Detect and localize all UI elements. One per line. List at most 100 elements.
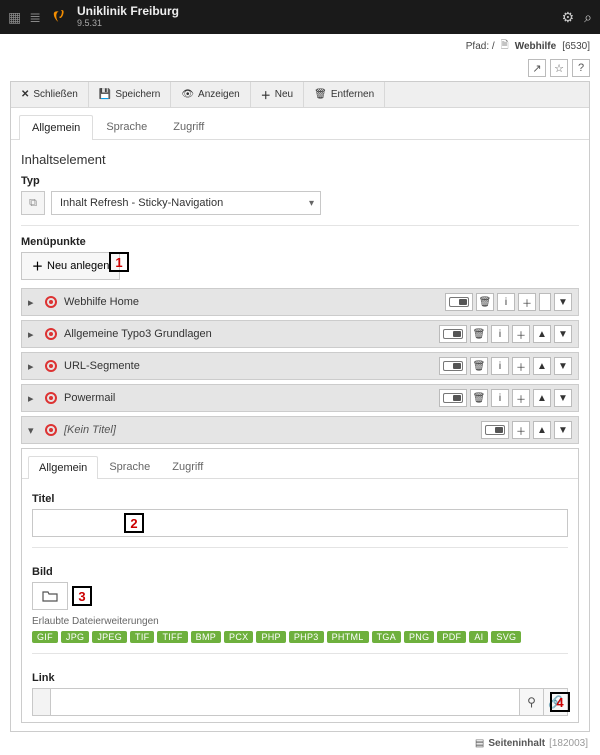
move-down[interactable]: ▼: [554, 421, 572, 439]
footer: ▤ Seiteninhalt [182003]: [0, 732, 600, 755]
grid-icon[interactable]: ▦: [8, 9, 21, 26]
move-down[interactable]: ▼: [554, 389, 572, 407]
collapse-icon[interactable]: ▾: [28, 424, 38, 437]
toggle-visibility[interactable]: [439, 325, 467, 343]
record-tabs: Allgemein Sprache Zugriff: [11, 108, 589, 140]
link-label: Link: [32, 672, 568, 684]
new-after[interactable]: ＋: [518, 293, 536, 311]
new-button[interactable]: ＋Neu: [251, 82, 304, 107]
view-button[interactable]: 👁Anzeigen: [171, 82, 250, 107]
menuitem-label: Webhilfe Home: [64, 296, 439, 308]
tab-general[interactable]: Allgemein: [19, 115, 93, 140]
footer-id: [182003]: [549, 738, 588, 749]
annotation-3: 3: [72, 586, 92, 606]
toggle-visibility[interactable]: [439, 357, 467, 375]
delete-item[interactable]: 🗑: [470, 389, 488, 407]
file-browse-button[interactable]: [32, 582, 68, 610]
expand-icon[interactable]: ▸: [28, 296, 38, 309]
titel-label: Titel: [32, 493, 568, 505]
new-after[interactable]: ＋: [512, 357, 530, 375]
expand-icon[interactable]: ▸: [28, 392, 38, 405]
menuitem-label: Allgemeine Typo3 Grundlagen: [64, 328, 433, 340]
delete-item[interactable]: 🗑: [476, 293, 494, 311]
menuitem-label: Powermail: [64, 392, 433, 404]
ext-tag: PHTML: [327, 631, 369, 643]
list-icon[interactable]: ≣: [29, 9, 41, 26]
record-icon: [44, 359, 58, 373]
info-item[interactable]: i: [491, 389, 509, 407]
delete-button[interactable]: 🗑Entfernen: [304, 82, 385, 107]
close-button[interactable]: ✕Schließen: [11, 82, 89, 107]
delete-item[interactable]: 🗑: [470, 325, 488, 343]
toggle-visibility[interactable]: [439, 389, 467, 407]
ctype-icon: ⧉: [21, 191, 45, 215]
move-up[interactable]: ▲: [533, 357, 551, 375]
titel-input[interactable]: [32, 509, 568, 537]
folder-icon: [42, 589, 58, 603]
tab-language[interactable]: Sprache: [93, 114, 160, 139]
ext-tag: JPG: [61, 631, 89, 643]
new-after[interactable]: ＋: [512, 421, 530, 439]
menuitem-row-expanded: ▾ [Kein Titel] ＋ ▲ ▼: [21, 416, 579, 444]
new-after[interactable]: ＋: [512, 325, 530, 343]
path-page: Webhilfe: [515, 41, 556, 52]
brand-version: 9.5.31: [77, 19, 179, 29]
link-wizard-button[interactable]: ⚲: [520, 688, 544, 716]
new-after[interactable]: ＋: [512, 389, 530, 407]
record-icon: [44, 423, 58, 437]
bookmark-button[interactable]: ☆: [550, 59, 568, 77]
spacer: [539, 293, 551, 311]
menuitems-list: ▸ Webhilfe Home 🗑 i ＋ ▼ ▸ Allgemeine Typ…: [21, 288, 579, 723]
app-module-icons[interactable]: ▦ ≣: [8, 9, 41, 26]
ctype-select[interactable]: Inhalt Refresh - Sticky-Navigation ▾: [51, 191, 321, 215]
toggle-visibility[interactable]: [445, 293, 473, 311]
ext-tag: GIF: [32, 631, 58, 643]
move-down[interactable]: ▼: [554, 357, 572, 375]
info-item[interactable]: i: [491, 325, 509, 343]
record-panel: ✕Schließen 💾Speichern 👁Anzeigen ＋Neu 🗑En…: [10, 81, 590, 732]
move-up[interactable]: ▲: [533, 421, 551, 439]
menuitem-detail: Allgemein Sprache Zugriff Titel 2 Bild: [21, 448, 579, 723]
save-button[interactable]: 💾Speichern: [89, 82, 171, 107]
item-tab-language[interactable]: Sprache: [98, 455, 161, 478]
page-icon: 🗎: [501, 38, 509, 55]
delete-item[interactable]: 🗑: [470, 357, 488, 375]
ext-tag: BMP: [191, 631, 221, 643]
gear-icon[interactable]: ⚙: [562, 9, 575, 26]
ext-tag: AI: [469, 631, 488, 643]
ext-tag: TGA: [372, 631, 401, 643]
typo3-icon: [51, 9, 67, 25]
open-new-button[interactable]: ↗: [528, 59, 546, 77]
path-prefix: Pfad: /: [466, 41, 495, 52]
link-input[interactable]: [50, 688, 520, 716]
menuitem-row: ▸ Allgemeine Typo3 Grundlagen 🗑 i ＋ ▲ ▼: [21, 320, 579, 348]
link-browser-button[interactable]: 🔗: [544, 688, 568, 716]
ext-tag: PCX: [224, 631, 253, 643]
eye-icon: 👁: [181, 89, 194, 100]
menuitem-row: ▸ URL-Segmente 🗑 i ＋ ▲ ▼: [21, 352, 579, 380]
ext-tag: PHP3: [289, 631, 324, 643]
info-item[interactable]: i: [491, 357, 509, 375]
record-icon: [44, 327, 58, 341]
expand-icon[interactable]: ▸: [28, 360, 38, 373]
move-up[interactable]: ▲: [533, 389, 551, 407]
search-icon[interactable]: ⌕: [584, 9, 592, 26]
tab-access[interactable]: Zugriff: [160, 114, 217, 139]
menupunkte-label: Menüpunkte: [21, 236, 579, 248]
item-tab-general[interactable]: Allgemein: [28, 456, 98, 479]
move-up[interactable]: ▲: [533, 325, 551, 343]
item-tab-access[interactable]: Zugriff: [161, 455, 214, 478]
move-down[interactable]: ▼: [554, 293, 572, 311]
link-prefix: [32, 688, 50, 716]
footer-label: Seiteninhalt: [488, 738, 545, 749]
expand-icon[interactable]: ▸: [28, 328, 38, 341]
info-item[interactable]: i: [497, 293, 515, 311]
new-menuitem-button[interactable]: ＋Neu anlegen: [21, 252, 120, 280]
help-button[interactable]: ?: [572, 59, 590, 77]
toggle-visibility[interactable]: [481, 421, 509, 439]
ext-tag: JPEG: [92, 631, 127, 643]
ext-tag: PNG: [404, 631, 434, 643]
menuitem-label: URL-Segmente: [64, 360, 433, 372]
move-down[interactable]: ▼: [554, 325, 572, 343]
menuitem-label: [Kein Titel]: [64, 424, 475, 436]
